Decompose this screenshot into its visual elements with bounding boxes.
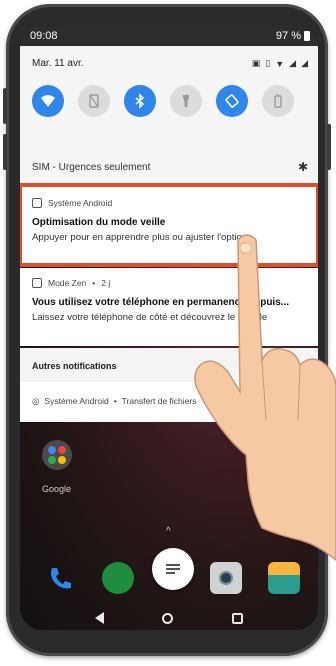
hangouts-app-icon[interactable] [102,562,134,594]
battery-saver-icon [274,94,282,108]
back-icon[interactable] [95,612,105,624]
signal-icon: ◢ [289,58,297,68]
bluetooth-icon [135,93,145,109]
notification-text: Transfert de fichiers [121,396,197,406]
notification-text: Appuyer pour en apprendre plus ou ajuste… [32,232,248,243]
quick-settings-panel: Mar. 11 avr. ▣ ▯ ▼ ◢ ◢ SIM - Urgences se… [20,46,318,204]
notification-app-name: Système Android [44,396,109,406]
phone-screen: 09:08 97 % Mar. 11 avr. ▣ ▯ ▼ ◢ ◢ SIM - … [20,26,318,630]
auto-rotate-tile[interactable] [216,85,248,117]
bluetooth-tile[interactable] [124,85,156,117]
zen-mode-icon [32,278,42,288]
sim-status-label: SIM - Urgences seulement [32,162,151,173]
status-bar: 09:08 97 % [20,26,318,46]
wifi-status-icon: ▼ [275,58,285,69]
flashlight-icon [183,95,189,107]
vibrate-icon: ▯ [265,58,271,68]
notification-title: Vous utilisez votre téléphone en permane… [32,297,290,308]
settings-gear-icon[interactable]: ✱ [298,160,308,174]
other-notifications-header: Autres notifications [20,348,318,382]
google-folder-icon[interactable] [42,440,72,470]
wifi-icon [41,95,55,107]
mobile-data-tile[interactable] [78,85,110,117]
notification-title: Optimisation du mode veille [32,217,166,228]
auto-rotate-icon [225,94,239,108]
notification-app-name: Mode Zen [48,278,87,288]
notification-zen-mode[interactable]: Mode Zen • 2 j Vous utilisez votre télép… [20,268,318,346]
qs-status-icons: ▣ ▯ ▼ ◢ ◢ [252,58,308,69]
notification-time: 2 j [101,278,111,288]
quick-settings-tiles [20,69,318,117]
notification-text: Laissez votre téléphone de côté et décou… [32,312,268,323]
app-drawer-chevron-icon[interactable]: ^ [166,526,171,537]
notification-standby-optimization[interactable]: Système Android Optimisation du mode vei… [20,186,318,266]
usb-icon: ◎ [32,396,40,406]
volume-up-button [3,88,7,124]
phone-app-icon[interactable] [44,562,76,594]
volume-down-button [3,134,7,170]
qs-date[interactable]: Mar. 11 avr. [32,58,84,69]
mobile-data-icon [89,94,99,108]
status-battery-text: 97 % [275,30,301,42]
battery-saver-tile[interactable] [262,85,294,117]
menu-lines-icon [166,564,180,574]
battery-icon [304,31,310,41]
gallery-app-icon[interactable] [268,562,300,594]
google-folder-label: Google [42,484,72,494]
fab-button[interactable] [152,548,194,590]
notification-app-name: Système Android [48,198,113,208]
status-time: 09:08 [30,30,58,42]
navigation-bar [20,606,318,630]
signal-2-icon: ◢ [301,58,308,68]
wifi-tile[interactable] [32,85,64,117]
recent-apps-icon[interactable] [231,612,243,624]
notification-file-transfer[interactable]: ◎ Système Android • Transfert de fichier… [20,382,318,422]
nfc-icon: ▣ [251,58,261,68]
android-system-icon [32,198,42,208]
home-icon[interactable] [162,612,174,624]
camera-app-icon[interactable] [210,562,242,594]
power-button [327,124,331,170]
flashlight-tile[interactable] [170,85,202,117]
